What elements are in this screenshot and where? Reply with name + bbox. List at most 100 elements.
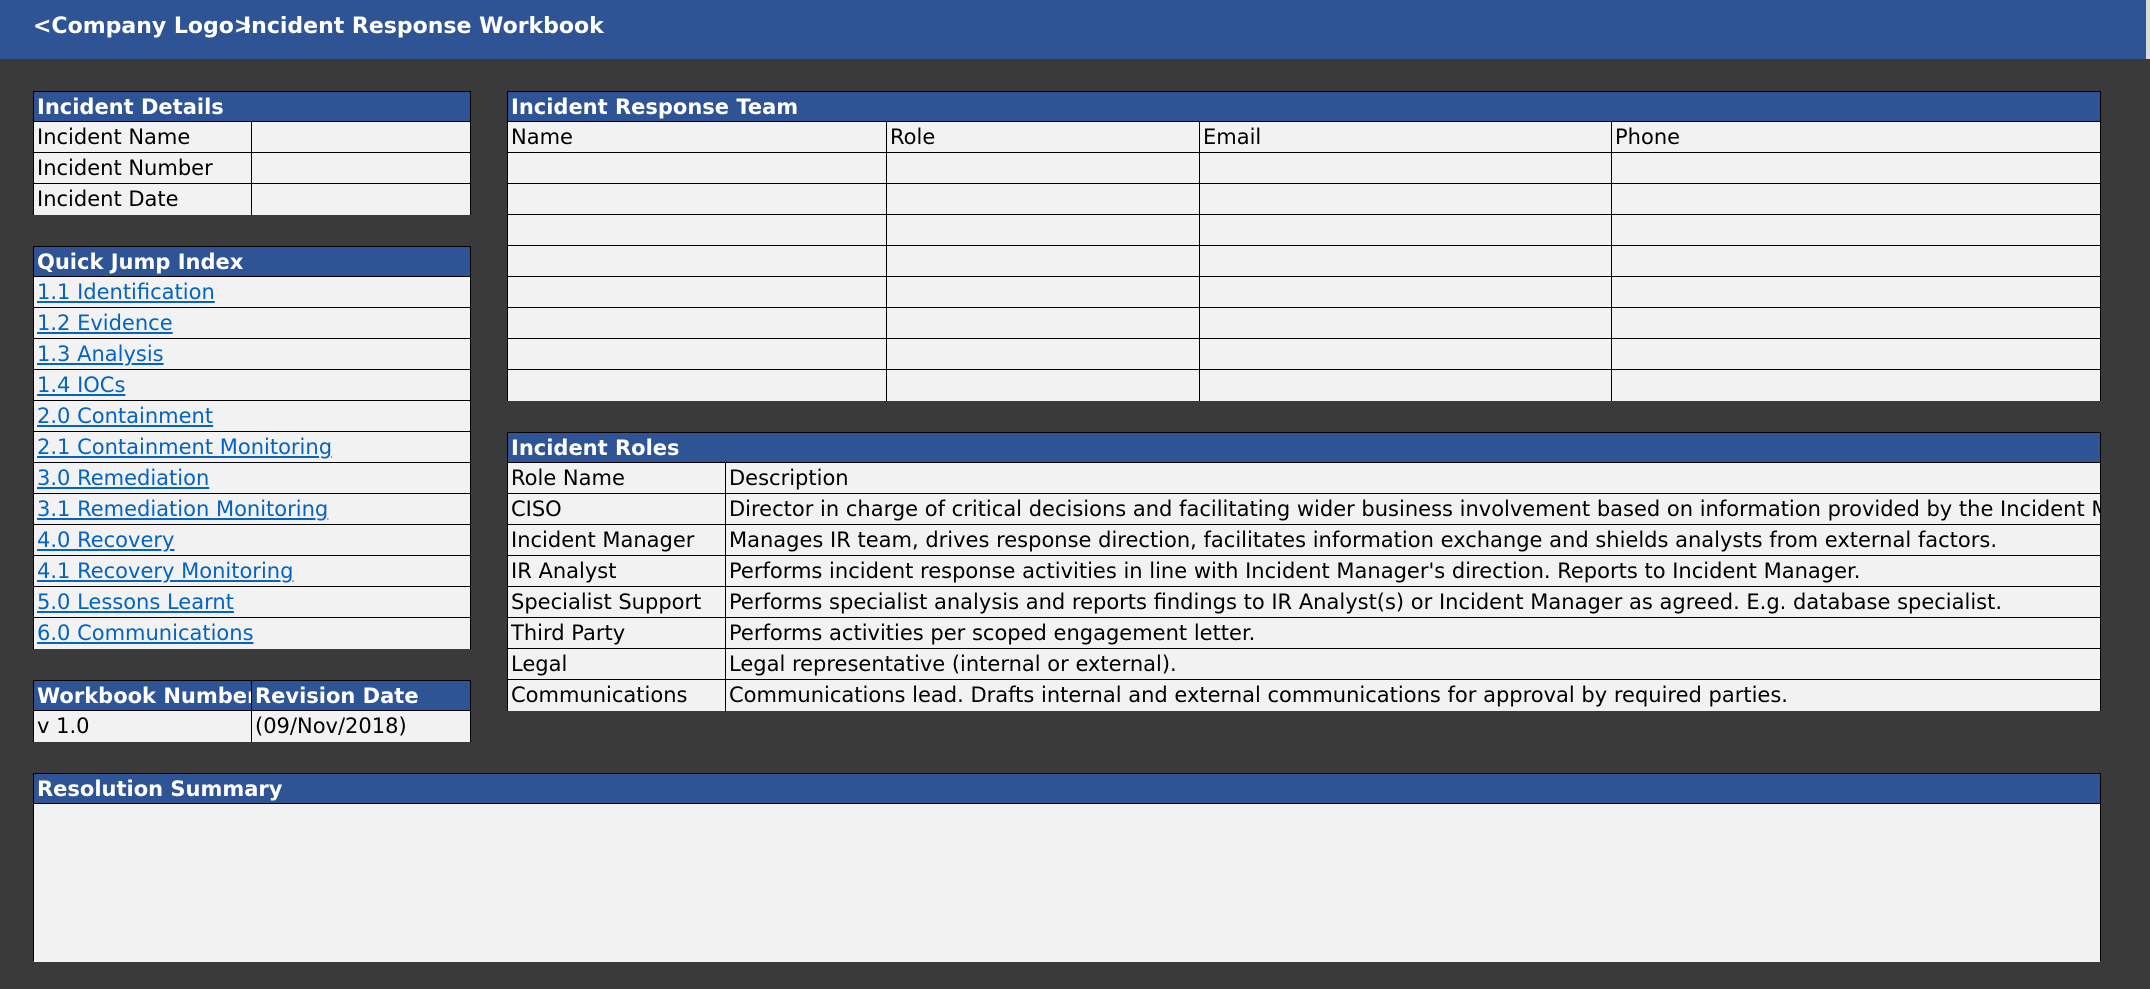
role-description-cell: Legal representative (internal or extern… <box>729 652 1177 676</box>
team-role-cell[interactable] <box>887 246 1200 276</box>
quick-jump-item: 4.1 Recovery Monitoring <box>34 556 470 587</box>
team-name-cell[interactable] <box>508 339 887 369</box>
table-row: Third Party Performs activities per scop… <box>508 618 2100 649</box>
response-team-column-headers: Name Role Email Phone <box>508 122 2100 153</box>
incident-number-row: Incident Number <box>34 153 470 184</box>
incident-number-field[interactable] <box>252 153 470 183</box>
link-identification[interactable]: 1.1 Identification <box>37 280 215 304</box>
incident-date-row: Incident Date <box>34 184 470 215</box>
role-name-cell: Communications <box>508 680 726 711</box>
response-team-panel: Incident Response Team Name Role Email P… <box>507 91 2101 401</box>
quick-jump-item: 5.0 Lessons Learnt <box>34 587 470 618</box>
team-name-cell[interactable] <box>508 246 887 276</box>
team-email-cell[interactable] <box>1200 246 1612 276</box>
resolution-summary-panel: Resolution Summary <box>33 773 2101 962</box>
quick-jump-item: 4.0 Recovery <box>34 525 470 556</box>
team-role-cell[interactable] <box>887 215 1200 245</box>
quick-jump-panel: Quick Jump Index 1.1 Identification 1.2 … <box>33 246 471 649</box>
table-row <box>508 153 2100 184</box>
link-communications[interactable]: 6.0 Communications <box>37 621 254 645</box>
role-description-cell: Performs activities per scoped engagemen… <box>729 621 1256 645</box>
team-name-cell[interactable] <box>508 153 887 183</box>
table-row: Specialist Support Performs specialist a… <box>508 587 2100 618</box>
team-name-cell[interactable] <box>508 370 887 401</box>
workbook-info-header: Workbook Number Revision Date <box>34 681 470 711</box>
quick-jump-item: 2.0 Containment <box>34 401 470 432</box>
team-phone-cell[interactable] <box>1612 215 2100 245</box>
window-edge <box>2146 0 2150 59</box>
incident-name-row: Incident Name <box>34 122 470 153</box>
quick-jump-item: 1.2 Evidence <box>34 308 470 339</box>
team-role-cell[interactable] <box>887 370 1200 401</box>
role-name-cell: Incident Manager <box>508 525 726 555</box>
role-description-cell: Director in charge of critical decisions… <box>729 497 2100 521</box>
team-phone-cell[interactable] <box>1612 370 2100 401</box>
link-iocs[interactable]: 1.4 IOCs <box>37 373 125 397</box>
column-role: Role <box>887 122 1200 152</box>
role-description-cell: Manages IR team, drives response directi… <box>729 528 1997 552</box>
incident-name-field[interactable] <box>252 122 470 152</box>
resolution-summary-field[interactable] <box>34 804 2100 962</box>
table-row: IR Analyst Performs incident response ac… <box>508 556 2100 587</box>
link-containment-monitoring[interactable]: 2.1 Containment Monitoring <box>37 435 332 459</box>
link-recovery[interactable]: 4.0 Recovery <box>37 528 174 552</box>
link-lessons-learnt[interactable]: 5.0 Lessons Learnt <box>37 590 234 614</box>
team-role-cell[interactable] <box>887 153 1200 183</box>
team-role-cell[interactable] <box>887 308 1200 338</box>
team-email-cell[interactable] <box>1200 184 1612 214</box>
top-bar: <Company Logo> Incident Response Workboo… <box>0 0 2150 59</box>
link-remediation-monitoring[interactable]: 3.1 Remediation Monitoring <box>37 497 328 521</box>
team-role-cell[interactable] <box>887 277 1200 307</box>
role-description-cell: Performs incident response activities in… <box>729 559 1861 583</box>
company-logo: <Company Logo> <box>33 14 253 39</box>
role-description-cell: Performs specialist analysis and reports… <box>729 590 2003 614</box>
link-evidence[interactable]: 1.2 Evidence <box>37 311 173 335</box>
table-row <box>508 246 2100 277</box>
role-name-cell: Specialist Support <box>508 587 726 617</box>
quick-jump-item: 3.1 Remediation Monitoring <box>34 494 470 525</box>
role-name-cell: Legal <box>508 649 726 679</box>
incident-roles-column-headers: Role Name Description <box>508 463 2100 494</box>
workbook-info-panel: Workbook Number Revision Date v 1.0 (09/… <box>33 680 471 742</box>
team-email-cell[interactable] <box>1200 277 1612 307</box>
workbook-number-value[interactable]: v 1.0 <box>34 711 252 742</box>
incident-details-panel: Incident Details Incident Name Incident … <box>33 91 471 215</box>
incident-date-field[interactable] <box>252 184 470 215</box>
team-role-cell[interactable] <box>887 184 1200 214</box>
link-remediation[interactable]: 3.0 Remediation <box>37 466 209 490</box>
team-name-cell[interactable] <box>508 215 887 245</box>
incident-number-label: Incident Number <box>34 153 252 183</box>
team-phone-cell[interactable] <box>1612 277 2100 307</box>
table-row <box>508 308 2100 339</box>
team-name-cell[interactable] <box>508 308 887 338</box>
team-phone-cell[interactable] <box>1612 339 2100 369</box>
team-email-cell[interactable] <box>1200 308 1612 338</box>
revision-date-value[interactable]: (09/Nov/2018) <box>252 711 470 742</box>
role-name-cell: Third Party <box>508 618 726 648</box>
table-row <box>508 277 2100 308</box>
team-email-cell[interactable] <box>1200 153 1612 183</box>
link-containment[interactable]: 2.0 Containment <box>37 404 213 428</box>
team-email-cell[interactable] <box>1200 339 1612 369</box>
team-name-cell[interactable] <box>508 277 887 307</box>
link-analysis[interactable]: 1.3 Analysis <box>37 342 164 366</box>
column-email: Email <box>1200 122 1612 152</box>
team-name-cell[interactable] <box>508 184 887 214</box>
table-row <box>508 184 2100 215</box>
table-row <box>508 215 2100 246</box>
column-phone: Phone <box>1615 125 1681 149</box>
team-email-cell[interactable] <box>1200 215 1612 245</box>
team-role-cell[interactable] <box>887 339 1200 369</box>
quick-jump-header: Quick Jump Index <box>34 247 470 277</box>
team-email-cell[interactable] <box>1200 370 1612 401</box>
table-row <box>508 370 2100 401</box>
link-recovery-monitoring[interactable]: 4.1 Recovery Monitoring <box>37 559 293 583</box>
team-phone-cell[interactable] <box>1612 184 2100 214</box>
team-phone-cell[interactable] <box>1612 308 2100 338</box>
quick-jump-item: 3.0 Remediation <box>34 463 470 494</box>
incident-details-header: Incident Details <box>34 92 470 122</box>
team-phone-cell[interactable] <box>1612 246 2100 276</box>
quick-jump-item: 1.1 Identification <box>34 277 470 308</box>
team-phone-cell[interactable] <box>1612 153 2100 183</box>
role-name-cell: CISO <box>508 494 726 524</box>
